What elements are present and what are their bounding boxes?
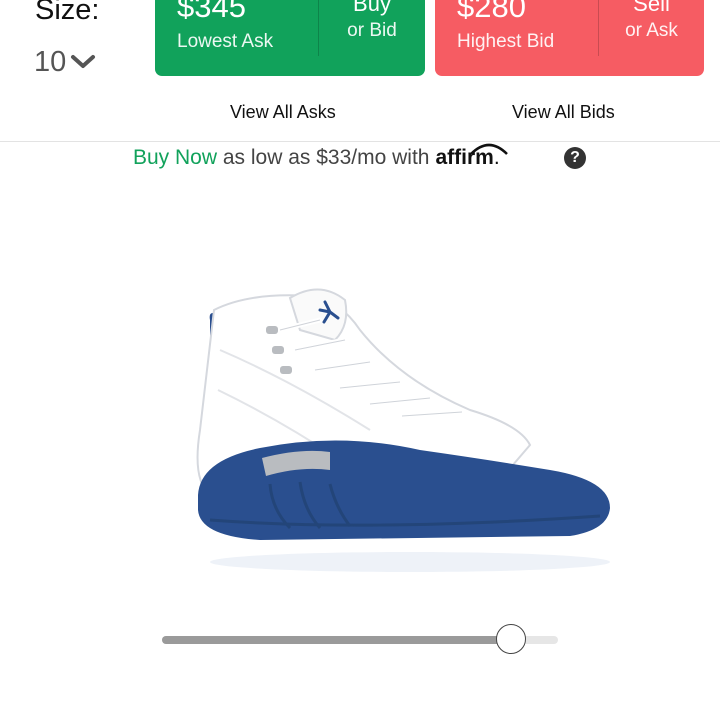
size-dropdown[interactable]: 10 bbox=[34, 44, 96, 80]
affirm-logo: affirm bbox=[435, 143, 509, 170]
highest-bid-caption: Highest Bid bbox=[457, 31, 555, 52]
size-label: Size: bbox=[35, 0, 100, 26]
financing-text: as low as $33/mo with bbox=[222, 146, 430, 169]
or-ask-label: or Ask bbox=[625, 20, 678, 41]
slider-thumb[interactable] bbox=[496, 624, 527, 654]
lowest-ask-section: $345 Lowest Ask bbox=[155, 0, 318, 76]
view-all-asks-link[interactable]: View All Asks bbox=[230, 99, 336, 125]
highest-bid-section: $280 Highest Bid bbox=[435, 0, 598, 76]
sneaker-image bbox=[196, 288, 610, 572]
buy-action: Buy or Bid bbox=[319, 0, 425, 76]
view-all-bids-link[interactable]: View All Bids bbox=[512, 99, 615, 125]
highest-bid-price: $280 bbox=[457, 0, 526, 24]
shadow-ellipse bbox=[210, 552, 610, 572]
size-value: 10 bbox=[34, 46, 67, 78]
slider-fill bbox=[162, 636, 515, 644]
buy-label: Buy bbox=[353, 0, 391, 16]
financing-banner: Buy Now as low as $33/mo with affirm . bbox=[133, 143, 509, 173]
affirm-arc-icon bbox=[470, 143, 509, 155]
lowest-ask-caption: Lowest Ask bbox=[177, 31, 274, 52]
rotation-slider[interactable] bbox=[162, 624, 558, 656]
chevron-down-icon bbox=[71, 55, 96, 68]
divider-line bbox=[0, 141, 720, 142]
lowest-ask-price: $345 bbox=[177, 0, 246, 24]
sell-or-ask-button[interactable]: $280 Highest Bid Sell or Ask bbox=[435, 0, 704, 76]
or-bid-label: or Bid bbox=[347, 20, 397, 41]
buy-now-link[interactable]: Buy Now bbox=[133, 146, 217, 170]
question-circle-icon[interactable]: ? bbox=[564, 147, 586, 169]
buy-or-bid-button[interactable]: $345 Lowest Ask Buy or Bid bbox=[155, 0, 425, 76]
sell-action: Sell or Ask bbox=[599, 0, 704, 76]
sell-label: Sell bbox=[633, 0, 670, 16]
